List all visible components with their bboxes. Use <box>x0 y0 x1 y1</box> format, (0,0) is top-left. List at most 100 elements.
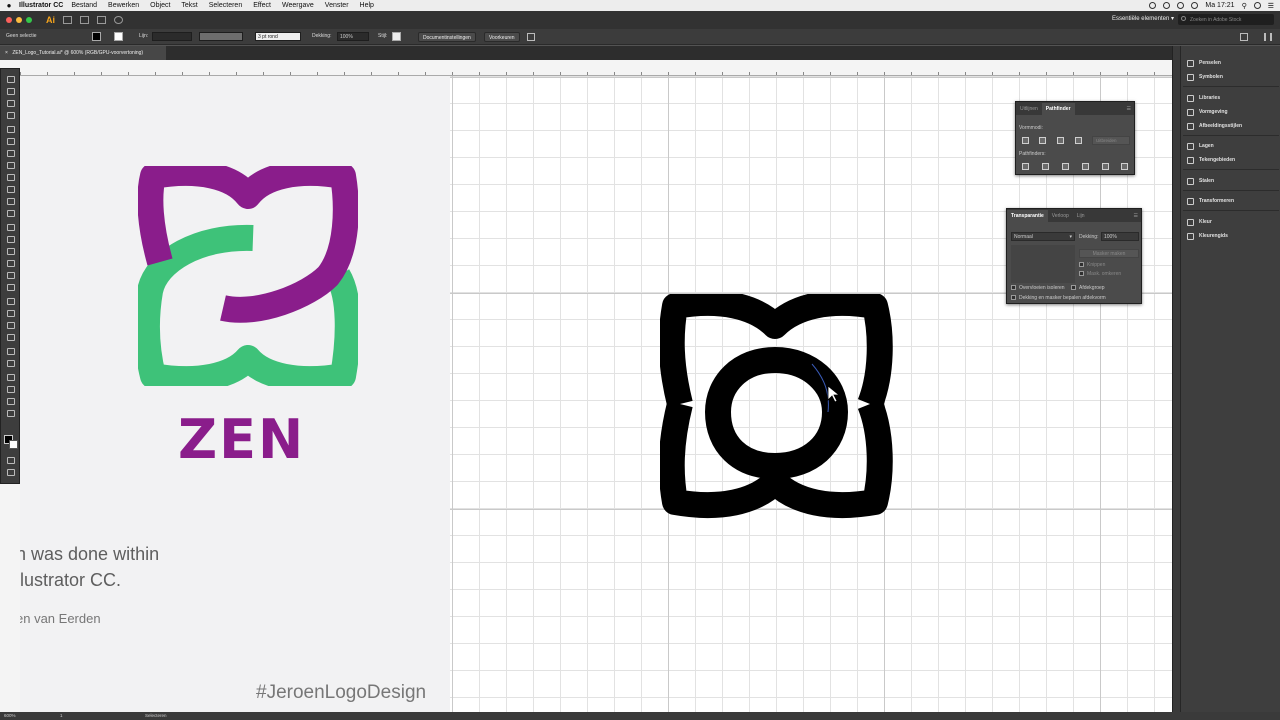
tab-lijn[interactable]: Lijn <box>1073 210 1089 222</box>
slice-tool-icon[interactable] <box>7 386 15 393</box>
trim-icon[interactable] <box>1042 163 1049 170</box>
hand-tool-icon[interactable] <box>7 398 15 405</box>
pencil-tool-icon[interactable] <box>7 198 15 205</box>
mesh-tool-icon[interactable] <box>7 298 15 305</box>
color-mode-icon[interactable] <box>7 457 15 464</box>
perspective-grid-tool-icon[interactable] <box>7 284 15 291</box>
menu-effect[interactable]: Effect <box>253 2 271 9</box>
exclude-icon[interactable] <box>1075 137 1082 144</box>
isolate-blending-option[interactable]: Overvloeien isoleren <box>1011 285 1065 291</box>
battery-icon[interactable] <box>1191 2 1199 9</box>
dock-tekengebieden[interactable]: Tekengebieden <box>1187 155 1235 165</box>
tools-stroke-swatch[interactable] <box>9 440 18 449</box>
dock-vormgeving[interactable]: Vormgeving <box>1187 107 1228 117</box>
menu-object[interactable]: Object <box>150 2 170 9</box>
blend-tool-icon[interactable] <box>7 334 15 341</box>
knockout-group-option[interactable]: Afdekgroep <box>1071 285 1105 291</box>
gradient-tool-icon[interactable] <box>7 310 15 317</box>
horizontal-ruler[interactable] <box>20 60 1172 76</box>
menu-help[interactable]: Help <box>360 2 374 9</box>
artboard-canvas[interactable]: ZEN n was done within llustrator CC. en … <box>20 76 1172 712</box>
clock[interactable]: Ma 17:21 <box>1205 2 1234 9</box>
direct-selection-tool-icon[interactable] <box>7 88 15 95</box>
layout-icon[interactable] <box>97 16 106 24</box>
variable-width-profile[interactable] <box>199 32 243 41</box>
width-tool-icon[interactable] <box>7 248 15 255</box>
graphic-style-swatch[interactable] <box>392 32 401 41</box>
opacity-mask-option[interactable]: Dekking en masker bepalen afdekvorm <box>1011 295 1106 301</box>
dock-libraries[interactable]: Libraries <box>1187 93 1220 103</box>
menu-weergave[interactable]: Weergave <box>282 2 314 9</box>
type-tool-icon[interactable] <box>7 150 15 157</box>
dock-stalen[interactable]: Stalen <box>1187 176 1214 186</box>
spotlight-icon[interactable]: ⚲ <box>1242 2 1247 10</box>
opacity-field[interactable]: 100% <box>1101 232 1139 241</box>
column-graph-tool-icon[interactable] <box>7 360 15 367</box>
opacity-field[interactable]: 100% <box>337 32 369 41</box>
panel-menu-icon[interactable]: ☰ <box>1134 213 1138 219</box>
panel-menu-icon[interactable] <box>1264 33 1272 41</box>
stroke-swatch[interactable] <box>114 32 123 41</box>
notification-icon[interactable]: ☰ <box>1268 2 1274 10</box>
dock-transformeren[interactable]: Transformeren <box>1187 196 1234 206</box>
brush-select[interactable]: 3 pt rond <box>255 32 301 41</box>
tab-transparantie[interactable]: Transparantie <box>1007 210 1048 222</box>
isolate-blending-checkbox[interactable] <box>1011 285 1016 291</box>
eraser-tool-icon[interactable] <box>7 210 15 217</box>
invert-mask-option[interactable]: Mask. omkeren <box>1079 271 1121 277</box>
menu-selecteren[interactable]: Selecteren <box>209 2 242 9</box>
align-icon[interactable] <box>1240 33 1248 41</box>
eyedropper-tool-icon[interactable] <box>7 322 15 329</box>
artboard-number[interactable]: 1 <box>60 713 63 718</box>
intersect-icon[interactable] <box>1057 137 1064 144</box>
menu-app-name[interactable]: Illustrator CC <box>19 2 63 9</box>
paintbrush-tool-icon[interactable] <box>7 186 15 193</box>
knockout-group-checkbox[interactable] <box>1071 285 1076 291</box>
lasso-tool-icon[interactable] <box>7 112 15 119</box>
invert-mask-checkbox[interactable] <box>1079 271 1084 277</box>
dock-lagen[interactable]: Lagen <box>1187 141 1214 151</box>
screen-mode-icon[interactable] <box>7 469 15 476</box>
minus-front-icon[interactable] <box>1039 137 1046 144</box>
zoom-tool-icon[interactable] <box>7 410 15 417</box>
wifi-icon[interactable] <box>1177 2 1185 9</box>
menu-tekst[interactable]: Tekst <box>181 2 197 9</box>
pen-tool-icon[interactable] <box>7 126 15 133</box>
dock-penselen[interactable]: Penselen <box>1187 58 1221 68</box>
clip-checkbox[interactable] <box>1079 262 1084 268</box>
document-settings-button[interactable]: Documentinstellingen <box>418 32 476 42</box>
clip-option[interactable]: Knippen <box>1079 262 1105 268</box>
unite-icon[interactable] <box>1022 137 1029 144</box>
fill-swatch[interactable] <box>92 32 101 41</box>
workspace-switcher[interactable]: Essentiële elementen ▾ <box>1112 15 1174 22</box>
divide-icon[interactable] <box>1022 163 1029 170</box>
zoom-window-button[interactable] <box>26 17 32 23</box>
dock-afbeeldingsstijlen[interactable]: Afbeeldingsstijlen <box>1187 121 1242 131</box>
minus-back-icon[interactable] <box>1121 163 1128 170</box>
free-transform-tool-icon[interactable] <box>7 260 15 267</box>
make-mask-button[interactable]: Masker maken <box>1079 249 1139 258</box>
arrange-icon[interactable] <box>527 33 535 41</box>
menu-bestand[interactable]: Bestand <box>71 2 97 9</box>
tab-uitlijnen[interactable]: Uitlijnen <box>1016 103 1042 115</box>
blend-mode-select[interactable]: Normaal ▾ <box>1011 232 1075 241</box>
adobe-stock-search[interactable]: Zoeken in Adobe Stock <box>1178 14 1274 25</box>
merge-icon[interactable] <box>1062 163 1069 170</box>
expand-button[interactable]: Uitbreiden <box>1092 136 1130 145</box>
dock-kleur[interactable]: Kleur <box>1187 217 1212 227</box>
stroke-weight-field[interactable] <box>152 32 192 41</box>
outline-icon[interactable] <box>1102 163 1109 170</box>
tab-verloop[interactable]: Verloop <box>1048 210 1073 222</box>
dock-symbolen[interactable]: Symbolen <box>1187 72 1223 82</box>
zoom-level[interactable]: 600% <box>4 713 16 718</box>
close-window-button[interactable] <box>6 17 12 23</box>
shape-builder-tool-icon[interactable] <box>7 272 15 279</box>
bridge-icon[interactable] <box>80 16 89 24</box>
document-tab[interactable]: × ZEN_Logo_Tutorial.ai* @ 600% (RGB/GPU-… <box>0 46 166 60</box>
tab-pathfinder[interactable]: Pathfinder <box>1041 103 1075 115</box>
ellipse-tool-icon[interactable] <box>7 174 15 181</box>
knot-center-ring[interactable] <box>705 347 848 479</box>
sync-icon[interactable] <box>1149 2 1157 9</box>
symbol-sprayer-tool-icon[interactable] <box>7 348 15 355</box>
line-tool-icon[interactable] <box>7 162 15 169</box>
